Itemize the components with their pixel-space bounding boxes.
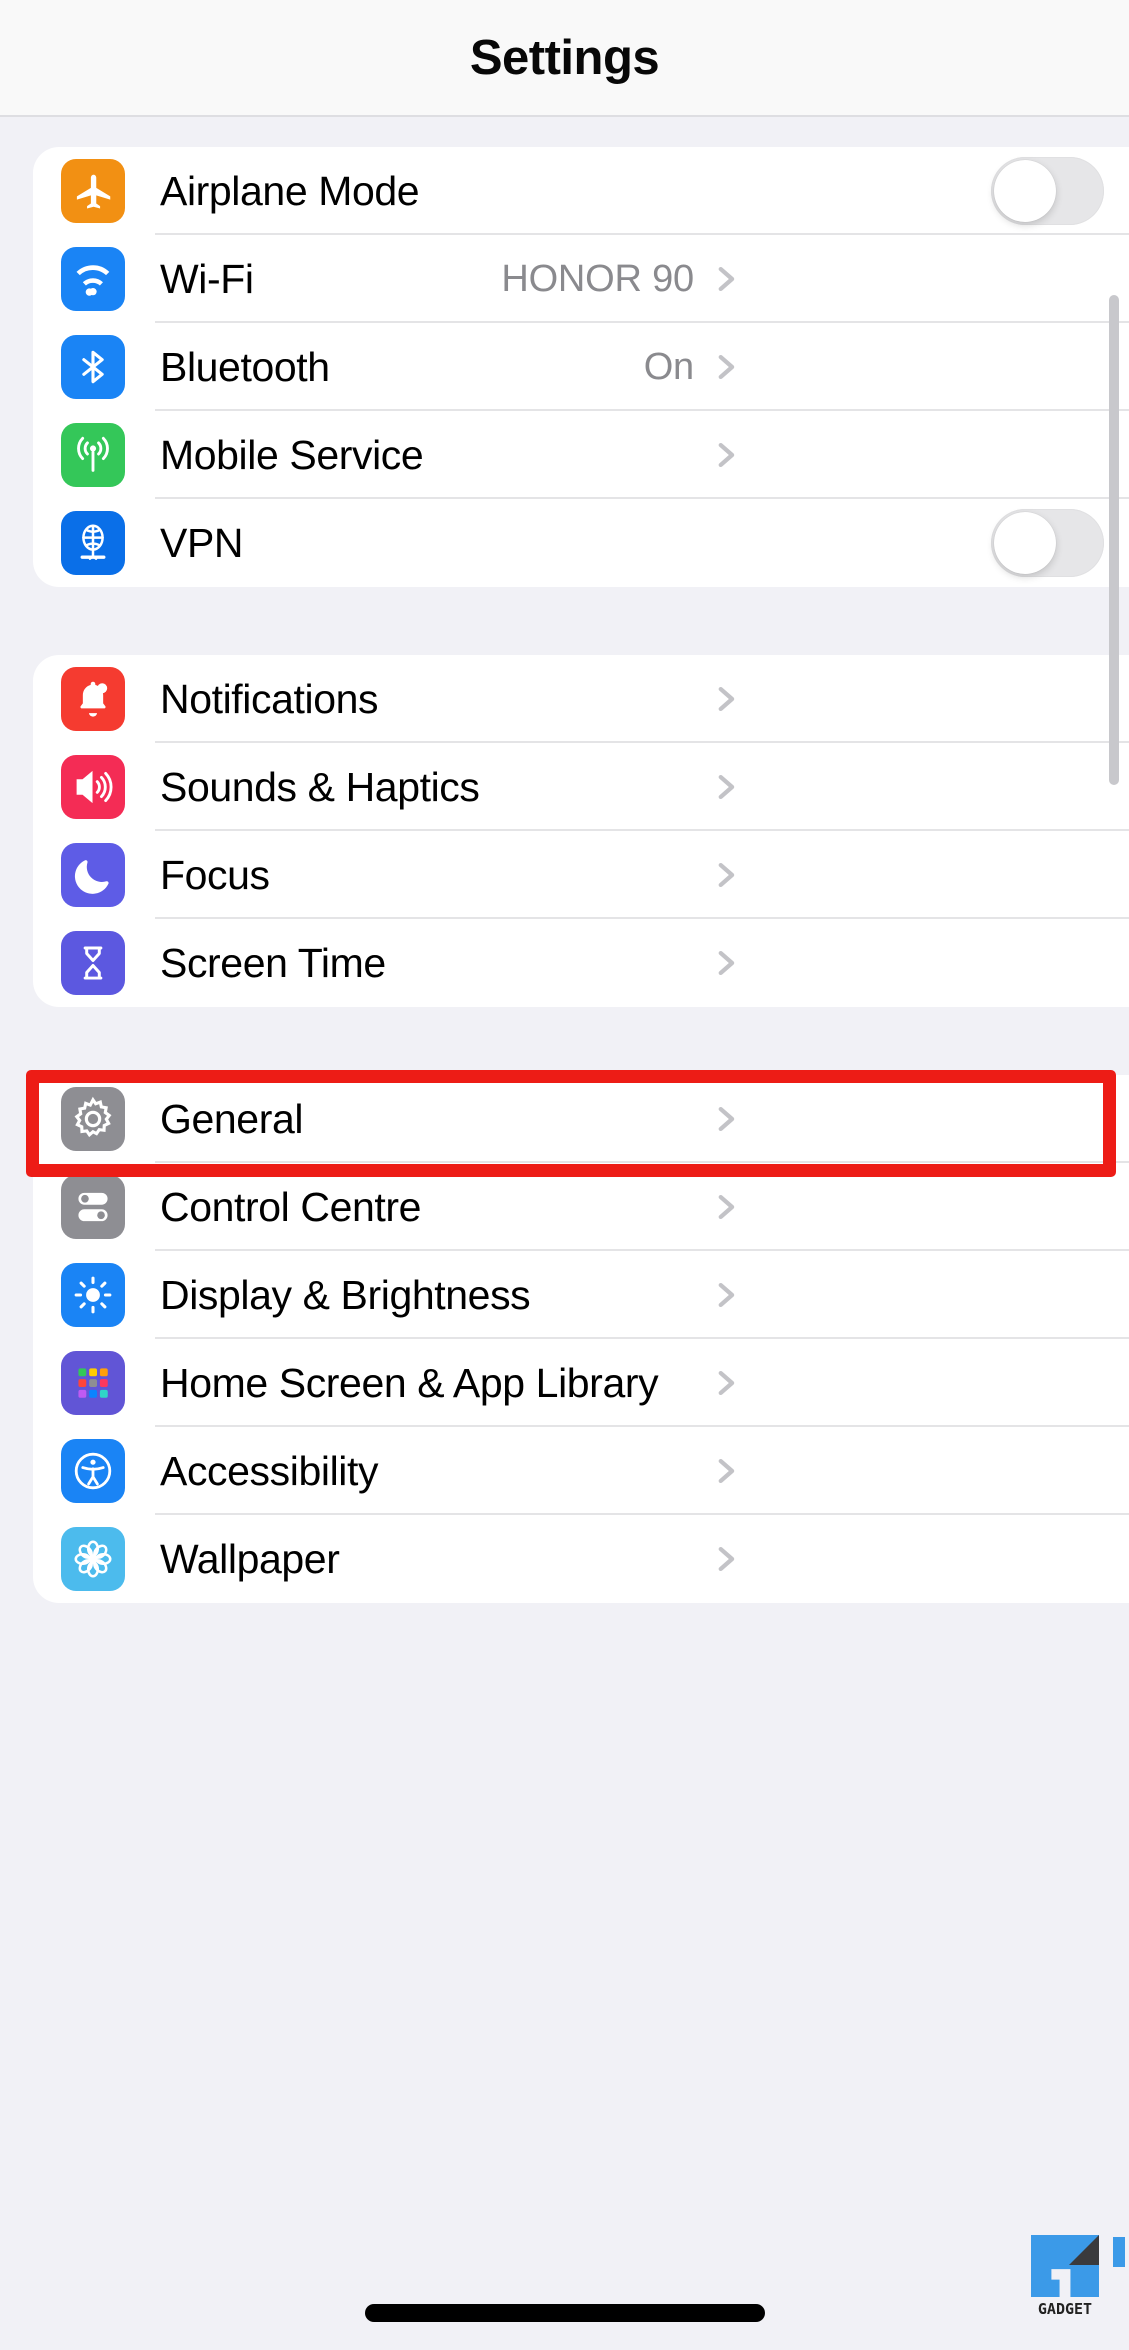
row-accessory: On: [644, 346, 742, 389]
chevron-right-icon: [718, 1546, 735, 1572]
settings-row-label: Control Centre: [160, 1183, 422, 1230]
airplane-icon: [61, 159, 125, 223]
settings-row-wifi[interactable]: Wi-Fi HONOR 90: [33, 235, 1129, 323]
settings-row-control-centre[interactable]: Control Centre: [33, 1163, 1129, 1251]
settings-row-notifications[interactable]: Notifications: [33, 655, 1129, 743]
gadget-watermark-logo: GADGET: [1031, 2235, 1125, 2318]
settings-row-home-screen-app-library[interactable]: Home Screen & App Library: [33, 1339, 1129, 1427]
settings-row-bluetooth[interactable]: Bluetooth On: [33, 323, 1129, 411]
settings-group-system: General Control Centre Display & Brightn…: [33, 1075, 1129, 1603]
page-title: Settings: [469, 30, 660, 85]
scroll-indicator[interactable]: [1109, 295, 1119, 785]
chevron-right-icon: [718, 774, 735, 800]
app-grid-icon: [61, 1351, 125, 1415]
settings-row-general[interactable]: General: [33, 1075, 1129, 1163]
settings-row-label: Mobile Service: [160, 431, 424, 478]
chevron-right-icon: [718, 1458, 735, 1484]
settings-row-label: Screen Time: [160, 939, 386, 986]
chevron-right-icon: [718, 442, 735, 468]
row-accessory: [708, 1454, 742, 1488]
settings-row-label: Home Screen & App Library: [160, 1359, 659, 1406]
bluetooth-icon: [61, 335, 125, 399]
moon-icon: [61, 843, 125, 907]
home-indicator[interactable]: [364, 2304, 765, 2322]
row-accessory[interactable]: [991, 509, 1104, 577]
settings-row-label: Wallpaper: [160, 1535, 340, 1582]
antenna-icon: [61, 423, 125, 487]
row-accessory: [708, 438, 742, 472]
chevron-right-icon: [718, 354, 735, 380]
settings-row-display-brightness[interactable]: Display & Brightness: [33, 1251, 1129, 1339]
row-accessory: [708, 858, 742, 892]
flower-icon: [61, 1527, 125, 1591]
chevron-right-icon: [718, 1106, 735, 1132]
chevron-right-icon: [718, 1370, 735, 1396]
watermark-g-shape: [1031, 2235, 1099, 2297]
gear-icon: [61, 1087, 125, 1151]
watermark-text: GADGET: [1037, 2300, 1093, 2318]
settings-row-label: Focus: [160, 851, 270, 898]
row-accessory[interactable]: [991, 157, 1104, 225]
sliders-icon: [61, 1175, 125, 1239]
chevron-right-icon: [718, 1282, 735, 1308]
row-accessory: [708, 1278, 742, 1312]
toggle-knob: [994, 160, 1056, 222]
wifi-icon: [61, 247, 125, 311]
settings-row-label: General: [160, 1095, 304, 1142]
wifi-network-value: HONOR 90: [501, 257, 694, 300]
row-accessory: [708, 1102, 742, 1136]
chevron-right-icon: [718, 1194, 735, 1220]
row-accessory: [708, 682, 742, 716]
vpn-toggle[interactable]: [991, 509, 1104, 577]
settings-group-alerts: Notifications Sounds & Haptics Focus Scr…: [33, 655, 1129, 1007]
chevron-right-icon: [718, 862, 735, 888]
row-accessory: [708, 1542, 742, 1576]
settings-row-label: Bluetooth: [160, 343, 330, 390]
settings-group-connectivity: Airplane Mode Wi-Fi HONOR 90 Bluetooth O…: [33, 147, 1129, 587]
row-accessory: [708, 770, 742, 804]
settings-row-label: Airplane Mode: [160, 167, 420, 214]
airplane-mode-toggle[interactable]: [991, 157, 1104, 225]
row-accessory: HONOR 90: [501, 258, 742, 301]
watermark-bar: [1113, 2237, 1125, 2267]
settings-scroll-area[interactable]: Airplane Mode Wi-Fi HONOR 90 Bluetooth O…: [0, 117, 1129, 2350]
globe-vpn-icon: [61, 511, 125, 575]
accessibility-icon: [61, 1439, 125, 1503]
chevron-right-icon: [718, 950, 735, 976]
settings-row-focus[interactable]: Focus: [33, 831, 1129, 919]
iphone-settings-screen: Settings Airplane Mode Wi-Fi HONOR 90 Bl…: [0, 0, 1129, 2350]
row-accessory: [708, 946, 742, 980]
settings-row-label: Display & Brightness: [160, 1271, 531, 1318]
speaker-icon: [61, 755, 125, 819]
hourglass-icon: [61, 931, 125, 995]
bluetooth-status-value: On: [643, 345, 694, 388]
settings-row-label: Accessibility: [160, 1447, 379, 1494]
row-accessory: [708, 1366, 742, 1400]
watermark-mark: [1031, 2235, 1125, 2297]
bell-icon: [61, 667, 125, 731]
settings-row-airplane-mode[interactable]: Airplane Mode: [33, 147, 1129, 235]
toggle-knob: [994, 512, 1056, 574]
settings-row-label: Sounds & Haptics: [160, 763, 480, 810]
settings-row-label: VPN: [160, 519, 244, 566]
settings-row-vpn[interactable]: VPN: [33, 499, 1129, 587]
settings-row-label: Wi-Fi: [160, 255, 254, 302]
settings-row-accessibility[interactable]: Accessibility: [33, 1427, 1129, 1515]
row-accessory: [708, 1190, 742, 1224]
chevron-right-icon: [718, 266, 735, 292]
navigation-bar: Settings: [0, 0, 1129, 117]
settings-row-screen-time[interactable]: Screen Time: [33, 919, 1129, 1007]
brightness-icon: [61, 1263, 125, 1327]
chevron-right-icon: [718, 686, 735, 712]
settings-row-sounds-haptics[interactable]: Sounds & Haptics: [33, 743, 1129, 831]
settings-row-mobile-service[interactable]: Mobile Service: [33, 411, 1129, 499]
settings-row-wallpaper[interactable]: Wallpaper: [33, 1515, 1129, 1603]
settings-row-label: Notifications: [160, 675, 379, 722]
